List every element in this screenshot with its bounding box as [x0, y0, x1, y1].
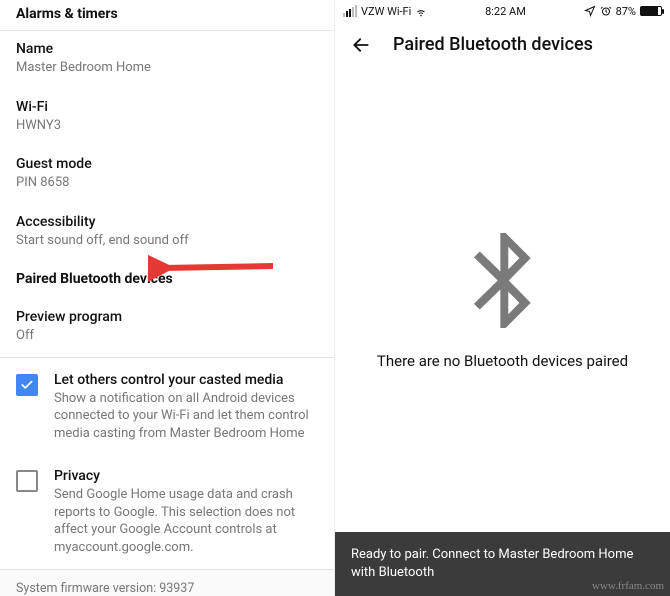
battery-icon	[640, 6, 662, 16]
watermark: www.frfam.com	[592, 580, 664, 592]
label-name: Name	[16, 41, 318, 57]
alarm-icon	[600, 5, 612, 17]
carrier-label: VZW Wi-Fi	[361, 5, 411, 18]
toast-text: Ready to pair. Connect to Master Bedroom…	[351, 547, 633, 580]
back-icon[interactable]	[351, 35, 371, 55]
desc-privacy: Send Google Home usage data and crash re…	[54, 486, 318, 556]
label-cast-control: Let others control your casted media	[54, 372, 318, 388]
system-info: System firmware version: 93937 Cast firm…	[0, 570, 334, 596]
value-accessibility: Start sound off, end sound off	[16, 232, 318, 250]
empty-text: There are no Bluetooth devices paired	[377, 352, 628, 370]
screen-header: Paired Bluetooth devices	[335, 20, 670, 71]
location-icon	[584, 5, 596, 17]
row-guest-mode[interactable]: Guest mode PIN 8658	[0, 146, 334, 204]
status-time: 8:22 AM	[485, 5, 526, 18]
wifi-icon	[415, 5, 427, 18]
bluetooth-pane-right: VZW Wi-Fi 8:22 AM 87% Paired Bluetooth d…	[335, 0, 670, 596]
row-cast-control[interactable]: Let others control your casted media Sho…	[0, 358, 334, 455]
empty-state: There are no Bluetooth devices paired	[335, 71, 670, 532]
value-name: Master Bedroom Home	[16, 59, 318, 77]
label-paired-bluetooth: Paired Bluetooth devices	[16, 271, 318, 287]
value-guest: PIN 8658	[16, 174, 318, 192]
sys-firmware: System firmware version: 93937	[16, 580, 318, 596]
screen-title: Paired Bluetooth devices	[393, 34, 593, 55]
signal-icon	[343, 5, 357, 17]
label-preview: Preview program	[16, 309, 318, 325]
settings-pane-left: Alarms & timers Name Master Bedroom Home…	[0, 0, 335, 596]
section-alarms-timers[interactable]: Alarms & timers	[0, 0, 334, 30]
label-guest: Guest mode	[16, 156, 318, 172]
battery-pct: 87%	[616, 5, 636, 18]
row-wifi[interactable]: Wi-Fi HWNY3	[0, 89, 334, 147]
status-bar: VZW Wi-Fi 8:22 AM 87%	[335, 0, 670, 20]
row-privacy[interactable]: Privacy Send Google Home usage data and …	[0, 454, 334, 568]
row-paired-bluetooth[interactable]: Paired Bluetooth devices	[0, 261, 334, 299]
value-preview: Off	[16, 327, 318, 345]
label-accessibility: Accessibility	[16, 214, 318, 230]
label-wifi: Wi-Fi	[16, 99, 318, 115]
row-accessibility[interactable]: Accessibility Start sound off, end sound…	[0, 204, 334, 262]
row-name[interactable]: Name Master Bedroom Home	[0, 31, 334, 89]
value-wifi: HWNY3	[16, 117, 318, 135]
checkbox-cast-control[interactable]	[16, 374, 38, 396]
desc-cast-control: Show a notification on all Android devic…	[54, 390, 318, 443]
bluetooth-icon	[468, 233, 538, 328]
checkbox-privacy[interactable]	[16, 470, 38, 492]
label-privacy: Privacy	[54, 468, 318, 484]
row-preview-program[interactable]: Preview program Off	[0, 299, 334, 357]
